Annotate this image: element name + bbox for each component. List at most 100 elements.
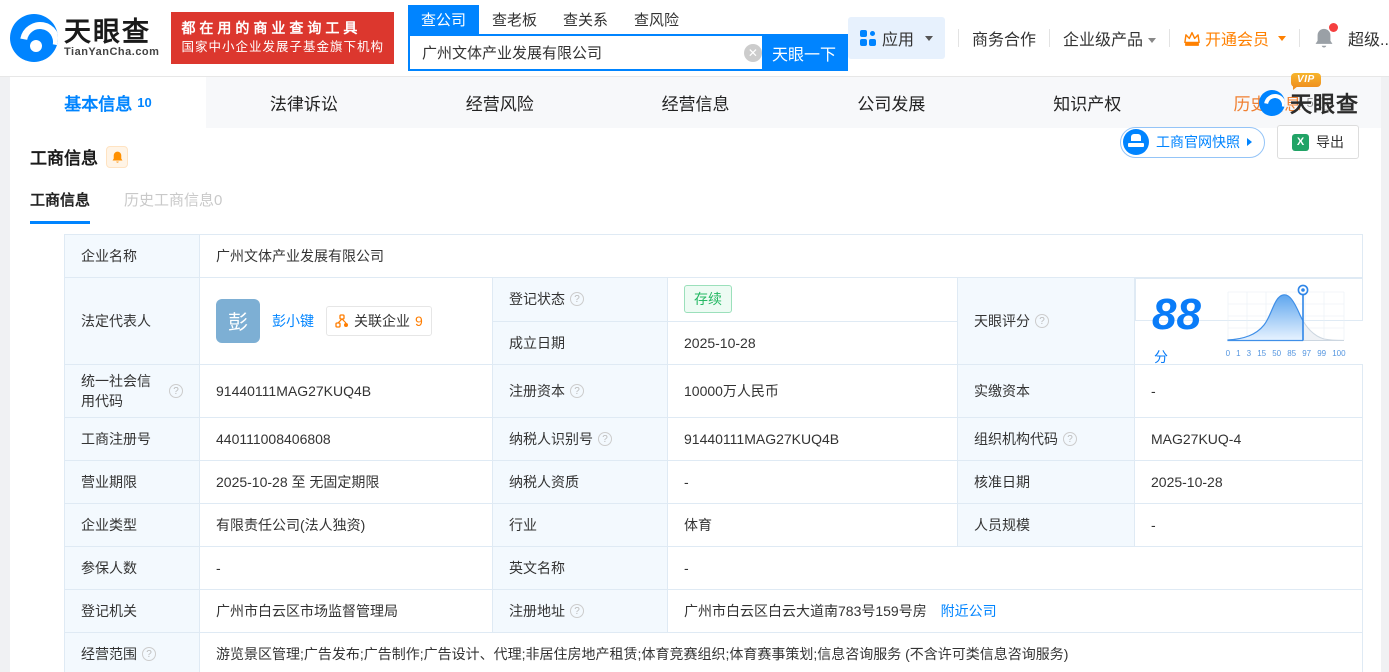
score-value: 88 bbox=[1152, 290, 1201, 339]
search-tab-relation[interactable]: 查关系 bbox=[550, 5, 621, 34]
org-code-value: MAG27KUQ-4 bbox=[1133, 416, 1364, 461]
tab-count: 10 bbox=[137, 95, 152, 110]
tab-intellectual-property[interactable]: 知识产权 bbox=[989, 77, 1185, 128]
subtab-history-business-info[interactable]: 历史工商信息0 bbox=[124, 189, 222, 224]
section-actions: 工商官网快照 X 导出 bbox=[1120, 125, 1359, 159]
score-axis-ticks: 0 1 3 15 50 85 97 99 100 bbox=[1225, 349, 1346, 358]
table-row: 登记机关 广州市白云区市场监督管理局 注册地址? 广州市白云区白云大道南783号… bbox=[64, 588, 1364, 633]
help-icon[interactable]: ? bbox=[1063, 431, 1077, 446]
insured-count-value: - bbox=[199, 545, 493, 590]
table-row: 统一社会信用代码? 91440111MAG27KUQ4B 注册资本? 10000… bbox=[64, 363, 1364, 418]
field-label: 参保人数 bbox=[64, 545, 200, 590]
help-icon[interactable]: ? bbox=[570, 383, 584, 398]
field-label: 统一社会信用代码? bbox=[64, 363, 200, 418]
field-label: 纳税人资质 bbox=[492, 459, 668, 504]
legal-rep-avatar[interactable]: 彭 bbox=[216, 298, 260, 343]
excel-icon: X bbox=[1292, 133, 1309, 151]
help-icon[interactable]: ? bbox=[142, 646, 156, 661]
help-icon[interactable]: ? bbox=[598, 431, 612, 446]
tab-basic-info[interactable]: 基本信息 10 bbox=[10, 77, 206, 128]
field-label: 企业名称 bbox=[64, 234, 200, 278]
help-icon[interactable]: ? bbox=[570, 292, 584, 307]
divider bbox=[1299, 29, 1301, 47]
field-label: 登记状态? bbox=[492, 277, 668, 322]
network-icon bbox=[335, 314, 348, 328]
table-row: 企业类型 有限责任公司(法人独资) 行业 体育 人员规模 - bbox=[64, 502, 1364, 547]
reg-number-value: 440111008406808 bbox=[199, 416, 493, 461]
related-companies-badge[interactable]: 关联企业 9 bbox=[326, 305, 432, 336]
reg-capital-value: 10000万人民币 bbox=[667, 363, 958, 418]
official-snapshot-button[interactable]: 工商官网快照 bbox=[1120, 126, 1265, 158]
export-label: 导出 bbox=[1316, 134, 1344, 150]
menu-business-cooperation[interactable]: 商务合作 bbox=[972, 26, 1036, 50]
enterprise-label: 企业级产品 bbox=[1062, 32, 1143, 49]
help-icon[interactable]: ? bbox=[1035, 313, 1049, 328]
reg-address-cell: 广州市白云区白云大道南783号159号房 附近公司 bbox=[666, 588, 1364, 633]
help-icon[interactable]: ? bbox=[169, 383, 183, 398]
tab-label: 经营信息 bbox=[661, 95, 730, 114]
tab-company-development[interactable]: 公司发展 bbox=[793, 77, 989, 128]
company-search-input[interactable] bbox=[409, 36, 744, 69]
search-button[interactable]: 天眼一下 bbox=[761, 36, 846, 69]
field-label: 纳税人识别号? bbox=[492, 416, 668, 461]
tianyancha-swirl-icon bbox=[1258, 90, 1285, 116]
search-tab-company[interactable]: 查公司 bbox=[407, 5, 479, 34]
field-label: 英文名称 bbox=[492, 545, 668, 590]
approval-date-value: 2025-10-28 bbox=[1133, 459, 1364, 504]
help-icon[interactable]: ? bbox=[570, 603, 584, 618]
related-label: 关联企业 bbox=[354, 312, 410, 329]
stamp-icon bbox=[1123, 129, 1149, 155]
export-button[interactable]: X 导出 bbox=[1277, 125, 1359, 159]
legal-rep-cell: 彭 彭小键 关联企业 9 bbox=[199, 277, 493, 365]
tab-label: 基本信息 bbox=[64, 95, 133, 114]
field-label: 实缴资本 bbox=[957, 363, 1135, 418]
apps-menu[interactable]: 应用 bbox=[847, 17, 945, 59]
reg-authority-value: 广州市白云区市场监督管理局 bbox=[199, 588, 493, 633]
reg-status-value: 存续 bbox=[667, 277, 958, 322]
nearby-companies-link[interactable]: 附近公司 bbox=[941, 603, 997, 619]
chevron-down-icon bbox=[924, 35, 933, 41]
table-row: 法定代表人 彭 彭小键 关联企业 9 登记状态 ? 存续 天眼评分 ? 88分 … bbox=[64, 277, 1363, 365]
tab-label: 公司发展 bbox=[857, 95, 926, 114]
business-info-table: 企业名称 广州文体产业发展有限公司 法定代表人 彭 彭小键 关联企业 9 登记状… bbox=[64, 234, 1364, 672]
bell-icon bbox=[112, 151, 122, 163]
grid-icon bbox=[859, 30, 876, 46]
field-label: 企业类型 bbox=[64, 502, 200, 547]
tab-operating-info[interactable]: 经营信息 bbox=[598, 77, 794, 128]
field-label: 人员规模 bbox=[957, 502, 1135, 547]
tab-legal-proceedings[interactable]: 法律诉讼 bbox=[206, 77, 402, 128]
est-date-value: 2025-10-28 bbox=[667, 320, 958, 365]
search-box: 查公司 查老板 查关系 查风险 ✕ 天眼一下 bbox=[407, 5, 848, 71]
apps-menu-label: 应用 bbox=[881, 32, 914, 49]
legal-rep-link[interactable]: 彭小键 bbox=[272, 311, 314, 331]
tab-operating-risk[interactable]: 经营风险 bbox=[402, 77, 598, 128]
menu-super-vip[interactable]: 超级... bbox=[1348, 26, 1389, 50]
search-tab-risk[interactable]: 查风险 bbox=[621, 5, 692, 34]
super-vip-label: 超级... bbox=[1348, 32, 1389, 49]
app-logo[interactable]: 天眼查 TianYanCha.com bbox=[10, 14, 159, 62]
menu-enterprise-products[interactable]: 企业级产品 bbox=[1063, 26, 1156, 50]
vip-badge: VIP bbox=[1291, 73, 1321, 90]
company-type-value: 有限责任公司(法人独资) bbox=[199, 502, 493, 547]
field-label: 天眼评分? bbox=[957, 277, 1135, 365]
field-label: 登记机关 bbox=[64, 588, 200, 633]
menu-vip[interactable]: 开通会员 bbox=[1183, 26, 1287, 50]
brand-domain: TianYanCha.com bbox=[64, 46, 160, 58]
field-label: 组织机构代码? bbox=[957, 416, 1135, 461]
chevron-down-icon bbox=[1148, 38, 1156, 44]
subtab-business-info[interactable]: 工商信息 bbox=[30, 189, 91, 224]
search-tab-boss[interactable]: 查老板 bbox=[479, 5, 550, 34]
main-nav-tabs: 基本信息 10 法律诉讼 经营风险 经营信息 公司发展 知识产权 VIP 历史信… bbox=[10, 73, 1381, 128]
taxpayer-id-value: 91440111MAG27KUQ4B bbox=[667, 416, 958, 461]
field-label: 核准日期 bbox=[957, 459, 1135, 504]
table-row: 企业名称 广州文体产业发展有限公司 bbox=[64, 234, 1364, 278]
divider bbox=[1169, 29, 1170, 47]
clear-input-icon[interactable]: ✕ bbox=[743, 43, 762, 62]
search-tabs: 查公司 查老板 查关系 查风险 bbox=[407, 5, 848, 34]
subscribe-bell-button[interactable] bbox=[106, 145, 128, 168]
promo-line1: 都在用的商业查询工具 bbox=[181, 20, 362, 36]
notification-bell[interactable] bbox=[1313, 23, 1339, 50]
table-row: 工商注册号 440111008406808 纳税人识别号? 91440111MA… bbox=[64, 416, 1364, 461]
field-label: 注册地址? bbox=[492, 588, 668, 633]
paid-capital-value: - bbox=[1133, 363, 1364, 418]
